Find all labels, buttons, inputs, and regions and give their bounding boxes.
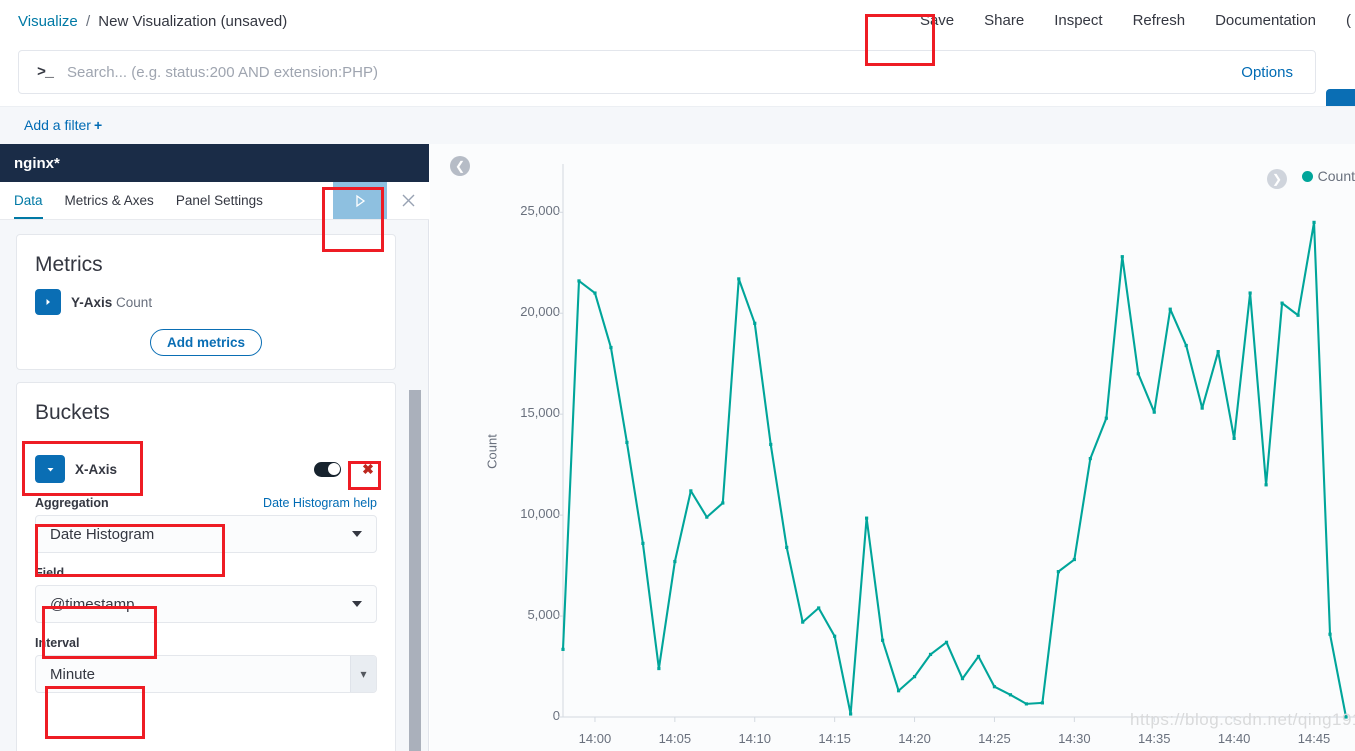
add-filter-button[interactable]: Add a filter + <box>24 117 102 133</box>
bucket-header-row: X-Axis ✖ <box>35 455 381 483</box>
editor-tabs: Data Metrics & Axes Panel Settings <box>0 182 429 220</box>
plus-icon: + <box>93 117 103 133</box>
chevron-down-icon: ▾ <box>350 656 376 692</box>
field-select[interactable]: @timestamp <box>35 585 377 623</box>
tab-data-label: Data <box>14 193 43 208</box>
buckets-title: Buckets <box>35 401 110 424</box>
visualization-editor-panel: nginx* Data Metrics & Axes Panel Setting… <box>0 144 429 751</box>
metric-row-y-axis[interactable]: Y-Axis Count <box>35 289 395 315</box>
chevron-right-icon <box>46 299 50 305</box>
metric-agg-name: Count <box>116 294 153 310</box>
index-pattern-name: nginx* <box>14 154 60 172</box>
tab-panel-settings-label: Panel Settings <box>175 193 263 208</box>
tab-metrics-and-axes[interactable]: Metrics & Axes <box>54 182 165 219</box>
index-pattern-header: nginx* <box>0 144 429 182</box>
tab-metrics-and-axes-label: Metrics & Axes <box>64 193 154 208</box>
share-button[interactable]: Share <box>969 12 1039 29</box>
chevron-down-icon <box>352 531 362 537</box>
date-histogram-help-link[interactable]: Date Histogram help <box>263 496 377 510</box>
breadcrumb-separator: / <box>85 13 91 30</box>
close-x-icon <box>402 194 414 207</box>
field-label: Field <box>35 566 65 580</box>
remove-bucket-button[interactable]: ✖ <box>355 458 381 480</box>
collapse-bucket-button[interactable] <box>35 455 65 483</box>
query-bar-row: >_ Options <box>0 44 1355 133</box>
watermark: https://blog.csdn.net/qing1912 <box>1130 710 1355 729</box>
add-metrics-button[interactable]: Add metrics <box>149 329 263 356</box>
query-prompt-icon: >_ <box>37 63 54 81</box>
save-button[interactable]: Save <box>905 12 969 29</box>
bucket-enable-toggle[interactable] <box>314 461 341 477</box>
query-options-link[interactable]: Options <box>1241 64 1315 81</box>
buckets-card: Buckets X-Axis ✖ Aggregation Date Histog… <box>16 382 396 751</box>
expand-metric-button[interactable] <box>35 289 61 315</box>
top-nav-menu: Save Share Inspect Refresh Documentation… <box>905 12 1355 29</box>
tab-data[interactable]: Data <box>0 182 54 219</box>
breadcrumb-visualize-link[interactable]: Visualize <box>18 13 78 30</box>
tabs-spacer <box>274 182 333 219</box>
overflow-menu-partial[interactable]: ( <box>1331 12 1355 29</box>
editor-panel-body: Metrics Y-Axis Count Add metrics Buckets… <box>0 220 429 751</box>
metrics-title: Metrics <box>35 253 103 276</box>
aggregation-row: Aggregation Date Histogram help Date His… <box>35 496 377 553</box>
close-editor-button[interactable] <box>387 182 429 219</box>
add-filter-label: Add a filter <box>24 117 91 133</box>
kibana-visualize-app: Visualize / New Visualization (unsaved) … <box>0 0 1355 751</box>
breadcrumb-current: New Visualization (unsaved) <box>98 13 288 30</box>
tab-panel-settings[interactable]: Panel Settings <box>165 182 274 219</box>
metric-label: Y-Axis Count <box>71 295 152 310</box>
documentation-button[interactable]: Documentation <box>1200 12 1331 29</box>
editor-panel-scrollbar[interactable] <box>409 390 421 751</box>
field-row: Field @timestamp <box>35 566 377 623</box>
visualization-chart-panel: ❮ ❯ Count Count 0 5,000 10,000 15,000 20,000… <box>430 144 1355 751</box>
chart-svg <box>558 164 1355 722</box>
chevron-down-icon <box>352 601 362 607</box>
query-bar[interactable]: >_ Options <box>18 50 1316 94</box>
filter-bar: Add a filter + <box>0 106 1355 144</box>
metrics-card: Metrics Y-Axis Count Add metrics <box>16 234 396 370</box>
apply-changes-button[interactable] <box>333 182 387 219</box>
metric-axis-name: Y-Axis <box>71 294 113 310</box>
search-input[interactable] <box>65 62 1242 82</box>
interval-select[interactable]: Minute ▾ <box>35 655 377 693</box>
chevron-down-icon <box>47 467 53 471</box>
breadcrumb: Visualize / New Visualization (unsaved) <box>18 13 287 30</box>
bucket-axis-label: X-Axis <box>75 461 118 477</box>
line-chart-plot: Count 0 5,000 10,000 15,000 20,000 25,000 14:… <box>430 144 1355 751</box>
interval-row: Interval Minute ▾ <box>35 636 377 693</box>
aggregation-value: Date Histogram <box>50 525 155 543</box>
top-navigation-bar: Visualize / New Visualization (unsaved) … <box>0 0 1355 44</box>
play-triangle-icon <box>356 194 366 207</box>
interval-label: Interval <box>35 636 80 650</box>
interval-value: Minute <box>50 665 96 683</box>
aggregation-select[interactable]: Date Histogram <box>35 515 377 553</box>
refresh-button[interactable]: Refresh <box>1118 12 1201 29</box>
inspect-button[interactable]: Inspect <box>1039 12 1117 29</box>
field-value: @timestamp <box>50 595 135 613</box>
